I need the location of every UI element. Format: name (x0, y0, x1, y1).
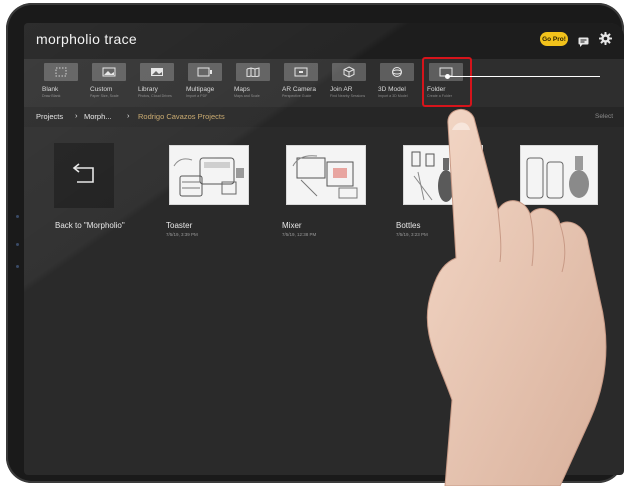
dotted-square-icon (44, 63, 78, 81)
tool-sub: Import a 3D Model (378, 94, 408, 98)
image-sliders-icon (92, 63, 126, 81)
top-bar: morpholio trace Go Pro! (24, 23, 624, 59)
model-icon (380, 63, 414, 81)
project-thumbnail-toaster[interactable] (169, 145, 249, 205)
chevron-right-icon: › (75, 111, 78, 120)
project-title[interactable]: Back to "Morpholio" (55, 221, 125, 230)
tool-label: Custom (90, 86, 113, 93)
project-title[interactable]: Bottles (396, 221, 420, 230)
tool-multipage[interactable]: Multipage Import a PDF (186, 63, 228, 107)
go-pro-button[interactable]: Go Pro! (540, 32, 568, 46)
project-title[interactable]: Mixer (282, 221, 302, 230)
tool-sub: Maps and Scale (234, 94, 260, 98)
tool-join-ar[interactable]: Join AR Find Nearby Sessions (330, 63, 372, 107)
project-thumbnail-partial[interactable] (520, 145, 598, 205)
callout-dot (445, 74, 450, 79)
tool-sub: Find Nearby Sessions (330, 94, 366, 98)
breadcrumb-item-current: Rodrigo Cavazos Projects (138, 112, 225, 121)
tool-sub: Import a PDF (186, 94, 208, 98)
camera-icon (284, 63, 318, 81)
tool-sub: Paper Size, Scale (90, 94, 119, 98)
tool-maps[interactable]: Maps Maps and Scale (234, 63, 276, 107)
tool-label: AR Camera (282, 86, 316, 93)
breadcrumb: Projects › Morph... › Rodrigo Cavazos Pr… (24, 107, 624, 127)
tool-sub: Draw Blank (42, 94, 61, 98)
new-drawing-toolbar: Blank Draw Blank Custom Paper Size, Scal… (24, 59, 624, 107)
project-date: 7/5/19, 12:38 PM (282, 232, 317, 237)
back-folder-card[interactable] (54, 143, 114, 208)
folder-highlight-box (422, 57, 472, 107)
tool-label: Multipage (186, 86, 215, 93)
project-date: 7/5/19, 3:39 PM (166, 232, 198, 237)
app-screen: morpholio trace Go Pro! Blank Draw Blank… (24, 23, 624, 475)
tool-label: Join AR (330, 86, 353, 93)
sensor-dot (16, 265, 19, 268)
chat-icon[interactable] (578, 34, 589, 52)
tool-blank[interactable]: Blank Draw Blank (42, 63, 84, 107)
tool-3d-model[interactable]: 3D Model Import a 3D Model (378, 63, 420, 107)
select-button[interactable]: Select (595, 113, 613, 120)
tool-label: Blank (42, 86, 59, 93)
breadcrumb-item-morpholio[interactable]: Morph... (84, 112, 112, 121)
camera-dot (16, 243, 19, 246)
breadcrumb-item-projects[interactable]: Projects (36, 112, 63, 121)
project-thumbnail-bottles[interactable] (403, 145, 483, 205)
map-icon (236, 63, 270, 81)
app-title: morpholio trace (36, 31, 137, 47)
tool-label: Maps (234, 86, 250, 93)
tool-sub: Perspective Guide (282, 94, 312, 98)
callout-line (446, 76, 600, 77)
project-date: 7/5/19, 3:23 PM (396, 232, 428, 237)
tablet-frame: morpholio trace Go Pro! Blank Draw Blank… (6, 3, 624, 483)
tool-label: 3D Model (378, 86, 406, 93)
sensor-dot (16, 215, 19, 218)
gear-icon[interactable] (599, 32, 612, 50)
project-thumbnail-mixer[interactable] (286, 145, 366, 205)
photo-icon (140, 63, 174, 81)
cube-icon (332, 63, 366, 81)
chevron-right-icon: › (127, 111, 130, 120)
project-title[interactable]: Toaster (166, 221, 192, 230)
pages-icon (188, 63, 222, 81)
tool-ar-camera[interactable]: AR Camera Perspective Guide (282, 63, 324, 107)
tool-library[interactable]: Library Photos, Cloud Drives (138, 63, 180, 107)
tool-label: Library (138, 86, 158, 93)
back-arrow-icon (69, 162, 99, 189)
tool-custom[interactable]: Custom Paper Size, Scale (90, 63, 132, 107)
tool-sub: Photos, Cloud Drives (138, 94, 172, 98)
